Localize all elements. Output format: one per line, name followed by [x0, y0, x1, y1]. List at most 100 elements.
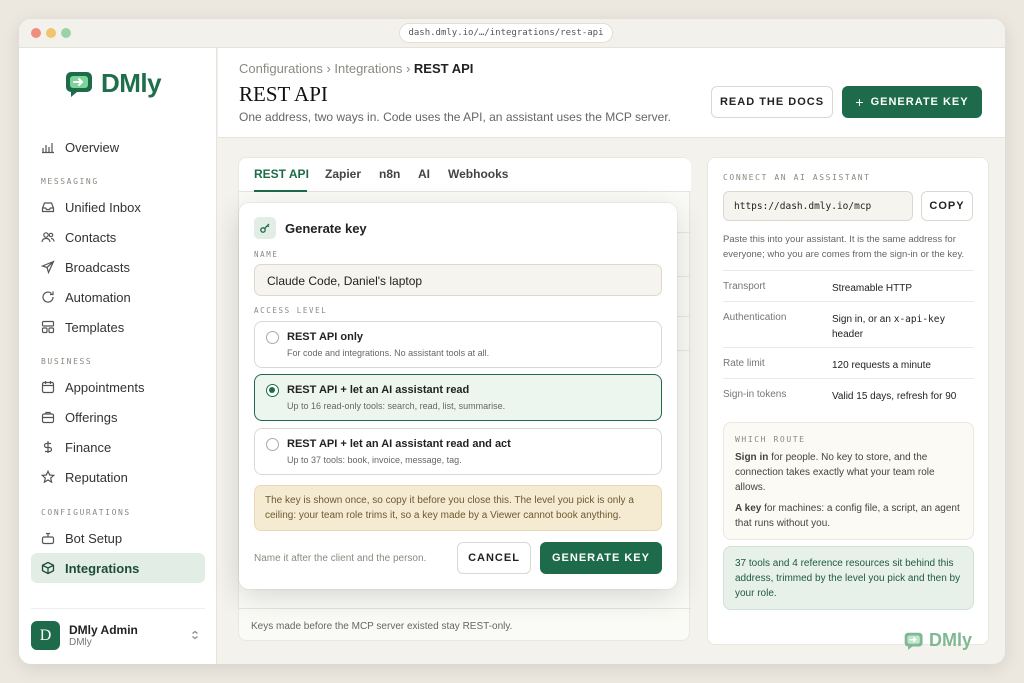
tab-zapier[interactable]: Zapier — [325, 167, 361, 181]
access-option-read[interactable]: REST API + let an AI assistant read Up t… — [254, 374, 662, 421]
sidebar-item-label: Overview — [65, 139, 120, 155]
chevron-updown-icon[interactable] — [191, 630, 199, 640]
breadcrumb-integrations[interactable]: Integrations — [334, 61, 402, 76]
option-title: REST API + let an AI assistant read — [287, 384, 470, 396]
sidebar-item-broadcasts[interactable]: Broadcasts — [31, 252, 205, 282]
minimize-dot[interactable] — [46, 28, 56, 38]
row-value: Valid 15 days, refresh for 90 — [832, 391, 957, 402]
tools-summary: 37 tools and 4 reference resources sit b… — [723, 546, 974, 610]
users-icon — [41, 232, 55, 243]
inbox-icon — [41, 202, 55, 213]
access-level-label: ACCESS LEVEL — [254, 306, 328, 315]
close-dot[interactable] — [31, 28, 41, 38]
generate-key-modal: Generate key NAME Claude Code, Daniel's … — [239, 203, 677, 589]
sidebar-item-label: Reputation — [65, 469, 128, 485]
cube-icon — [41, 561, 55, 575]
row-key: Authentication — [723, 312, 787, 323]
row-key: Rate limit — [723, 358, 765, 369]
route-key-text: A key for machines: a config file, a scr… — [735, 503, 960, 529]
section-business: BUSINESS — [41, 357, 93, 366]
sidebar-item-label: Templates — [65, 319, 125, 335]
footer-logo: DMly — [904, 630, 972, 651]
row-value: Streamable HTTP — [832, 283, 913, 294]
maximize-dot[interactable] — [61, 28, 71, 38]
sidebar-item-bot-setup[interactable]: Bot Setup — [31, 523, 205, 553]
which-route-label: WHICH ROUTE — [735, 435, 806, 444]
tab-bar: REST API Zapier n8n AI Webhooks — [239, 158, 691, 192]
breadcrumb-configurations[interactable]: Configurations — [239, 61, 323, 76]
generate-key-button[interactable]: + GENERATE KEY — [842, 86, 982, 118]
bar-chart-icon — [42, 143, 54, 154]
sidebar-item-label: Offerings — [65, 409, 118, 425]
sidebar-item-contacts[interactable]: Contacts — [31, 222, 205, 252]
tab-webhooks[interactable]: Webhooks — [448, 167, 508, 181]
sidebar-item-label: Broadcasts — [65, 259, 131, 275]
warning-note: The key is shown once, so copy it before… — [254, 485, 662, 531]
logo-icon — [66, 71, 92, 97]
send-icon — [41, 260, 55, 274]
access-option-rest-only[interactable]: REST API only For code and integrations.… — [254, 321, 662, 368]
info-row-authentication: Authentication Sign in, or an x-api-key … — [723, 301, 974, 347]
sidebar-item-finance[interactable]: Finance — [31, 432, 205, 462]
sidebar-item-automation[interactable]: Automation — [31, 282, 205, 312]
logo-icon — [904, 632, 923, 650]
active-tab-indicator — [254, 190, 307, 192]
submit-generate-key-button[interactable]: GENERATE KEY — [540, 542, 662, 574]
header-code: x-api-key — [893, 314, 946, 325]
key-name-input[interactable]: Claude Code, Daniel's laptop — [254, 264, 662, 296]
option-title: REST API + let an AI assistant read and … — [287, 438, 511, 450]
cancel-button[interactable]: CANCEL — [457, 542, 531, 574]
sidebar-item-label: Contacts — [65, 229, 117, 245]
row-value: 120 requests a minute — [832, 360, 931, 371]
radio-button[interactable] — [266, 331, 279, 344]
legacy-note: Keys made before the MCP server existed … — [239, 608, 691, 642]
template-icon — [41, 320, 55, 334]
access-option-read-act[interactable]: REST API + let an AI assistant read and … — [254, 428, 662, 475]
connect-label: CONNECT AN AI ASSISTANT — [723, 173, 871, 182]
tab-n8n[interactable]: n8n — [379, 167, 400, 181]
sidebar-item-overview[interactable]: Overview — [31, 132, 205, 162]
sidebar-item-label: Automation — [65, 289, 131, 305]
sidebar-item-integrations[interactable]: Integrations — [31, 553, 205, 583]
option-description: Up to 37 tools: book, invoice, message, … — [287, 455, 462, 465]
sidebar-item-label: Appointments — [65, 379, 145, 395]
sidebar-item-label: Bot Setup — [65, 530, 123, 546]
copy-button[interactable]: COPY — [921, 191, 973, 221]
info-row-transport: Transport Streamable HTTP — [723, 270, 974, 301]
url-bar[interactable]: dash.dmly.io/…/integrations/rest-api — [399, 23, 613, 43]
mcp-url-field[interactable]: https://dash.dmly.io/mcp — [723, 191, 913, 221]
key-icon — [254, 217, 276, 239]
avatar: D — [31, 621, 60, 650]
read-docs-button[interactable]: READ THE DOCS — [711, 86, 833, 118]
main-content: Configurations › Integrations › REST API… — [218, 48, 1005, 664]
dollar-icon — [43, 441, 53, 453]
page-subtitle: One address, two ways in. Code uses the … — [239, 110, 671, 124]
tab-rest-api[interactable]: REST API — [254, 167, 309, 181]
generate-key-label: GENERATE KEY — [870, 96, 969, 108]
user-menu[interactable]: D DMly Admin DMly — [31, 608, 205, 658]
logo-text: DMly — [929, 630, 973, 650]
option-description: Up to 16 read-only tools: search, read, … — [287, 401, 506, 411]
radio-button-selected[interactable] — [266, 384, 279, 397]
route-sign-in-text: Sign in for people. No key to store, and… — [735, 452, 935, 493]
browser-window: dash.dmly.io/…/integrations/rest-api DMl… — [19, 19, 1005, 664]
sidebar-item-offerings[interactable]: Offerings — [31, 402, 205, 432]
breadcrumb: Configurations › Integrations › REST API — [239, 61, 474, 76]
breadcrumb-current: REST API — [413, 61, 474, 76]
sidebar: DMly Overview MESSAGING Unified Inbox Co… — [19, 48, 217, 664]
name-label: NAME — [254, 250, 279, 259]
radio-button[interactable] — [266, 438, 279, 451]
refresh-icon — [42, 291, 54, 303]
sidebar-item-appointments[interactable]: Appointments — [31, 372, 205, 402]
tab-ai[interactable]: AI — [418, 167, 430, 181]
sidebar-item-templates[interactable]: Templates — [31, 312, 205, 342]
assistant-description: Paste this into your assistant. It is th… — [723, 234, 965, 260]
sidebar-item-reputation[interactable]: Reputation — [31, 462, 205, 492]
info-row-sign-in-tokens: Sign-in tokens Valid 15 days, refresh fo… — [723, 378, 974, 409]
section-messaging: MESSAGING — [41, 177, 99, 186]
star-icon — [41, 470, 55, 484]
titlebar: dash.dmly.io/…/integrations/rest-api — [19, 19, 1005, 48]
sidebar-item-unified-inbox[interactable]: Unified Inbox — [31, 192, 205, 222]
brand-logo[interactable]: DMly — [65, 68, 162, 99]
calendar-icon — [41, 381, 55, 394]
